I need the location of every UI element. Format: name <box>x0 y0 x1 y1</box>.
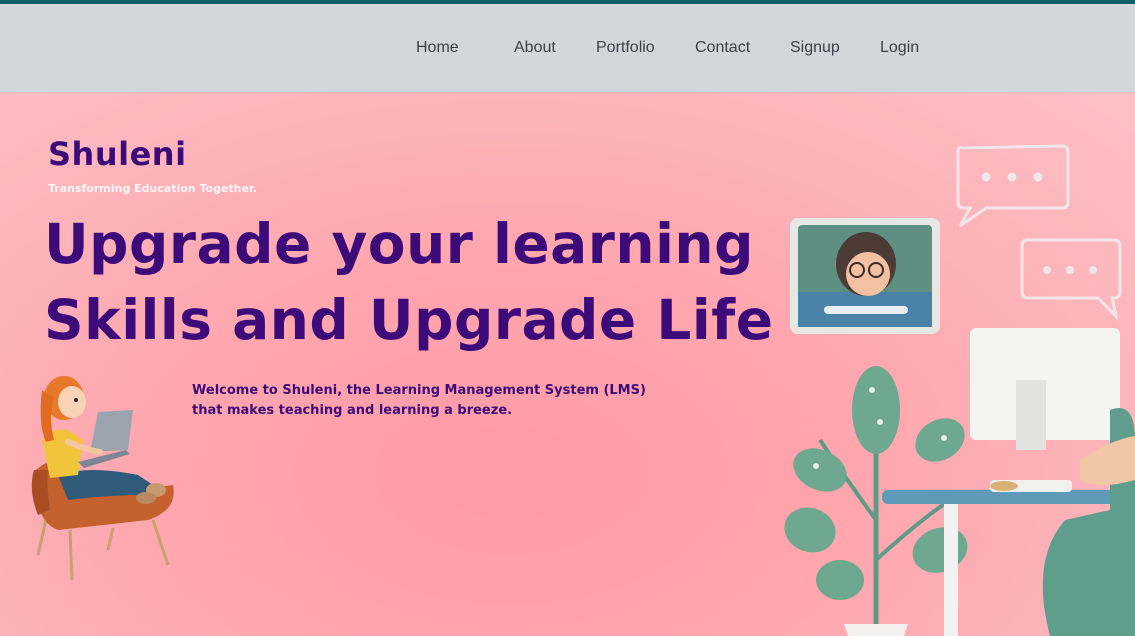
nav-home[interactable]: Home <box>416 39 459 57</box>
welcome-text-line-1: Welcome to Shuleni, the Learning Managem… <box>192 383 646 398</box>
online-learning-desk-illustration <box>784 144 1135 636</box>
girl-reading-laptop-illustration <box>31 376 174 581</box>
navbar: Home About Portfolio Contact Signup Logi… <box>0 4 1135 92</box>
nav-signup[interactable]: Signup <box>790 39 840 57</box>
nav-portfolio[interactable]: Portfolio <box>596 39 655 57</box>
nav-about[interactable]: About <box>514 39 556 57</box>
brand-tagline: Transforming Education Together. <box>48 182 257 195</box>
nav-login[interactable]: Login <box>880 39 919 57</box>
nav-contact[interactable]: Contact <box>695 39 750 57</box>
brand-name: Shuleni <box>48 135 187 173</box>
headline-line-2: Skills and Upgrade Life <box>44 288 774 352</box>
welcome-text-line-2: that makes teaching and learning a breez… <box>192 403 513 418</box>
headline-line-1: Upgrade your learning <box>44 212 754 276</box>
